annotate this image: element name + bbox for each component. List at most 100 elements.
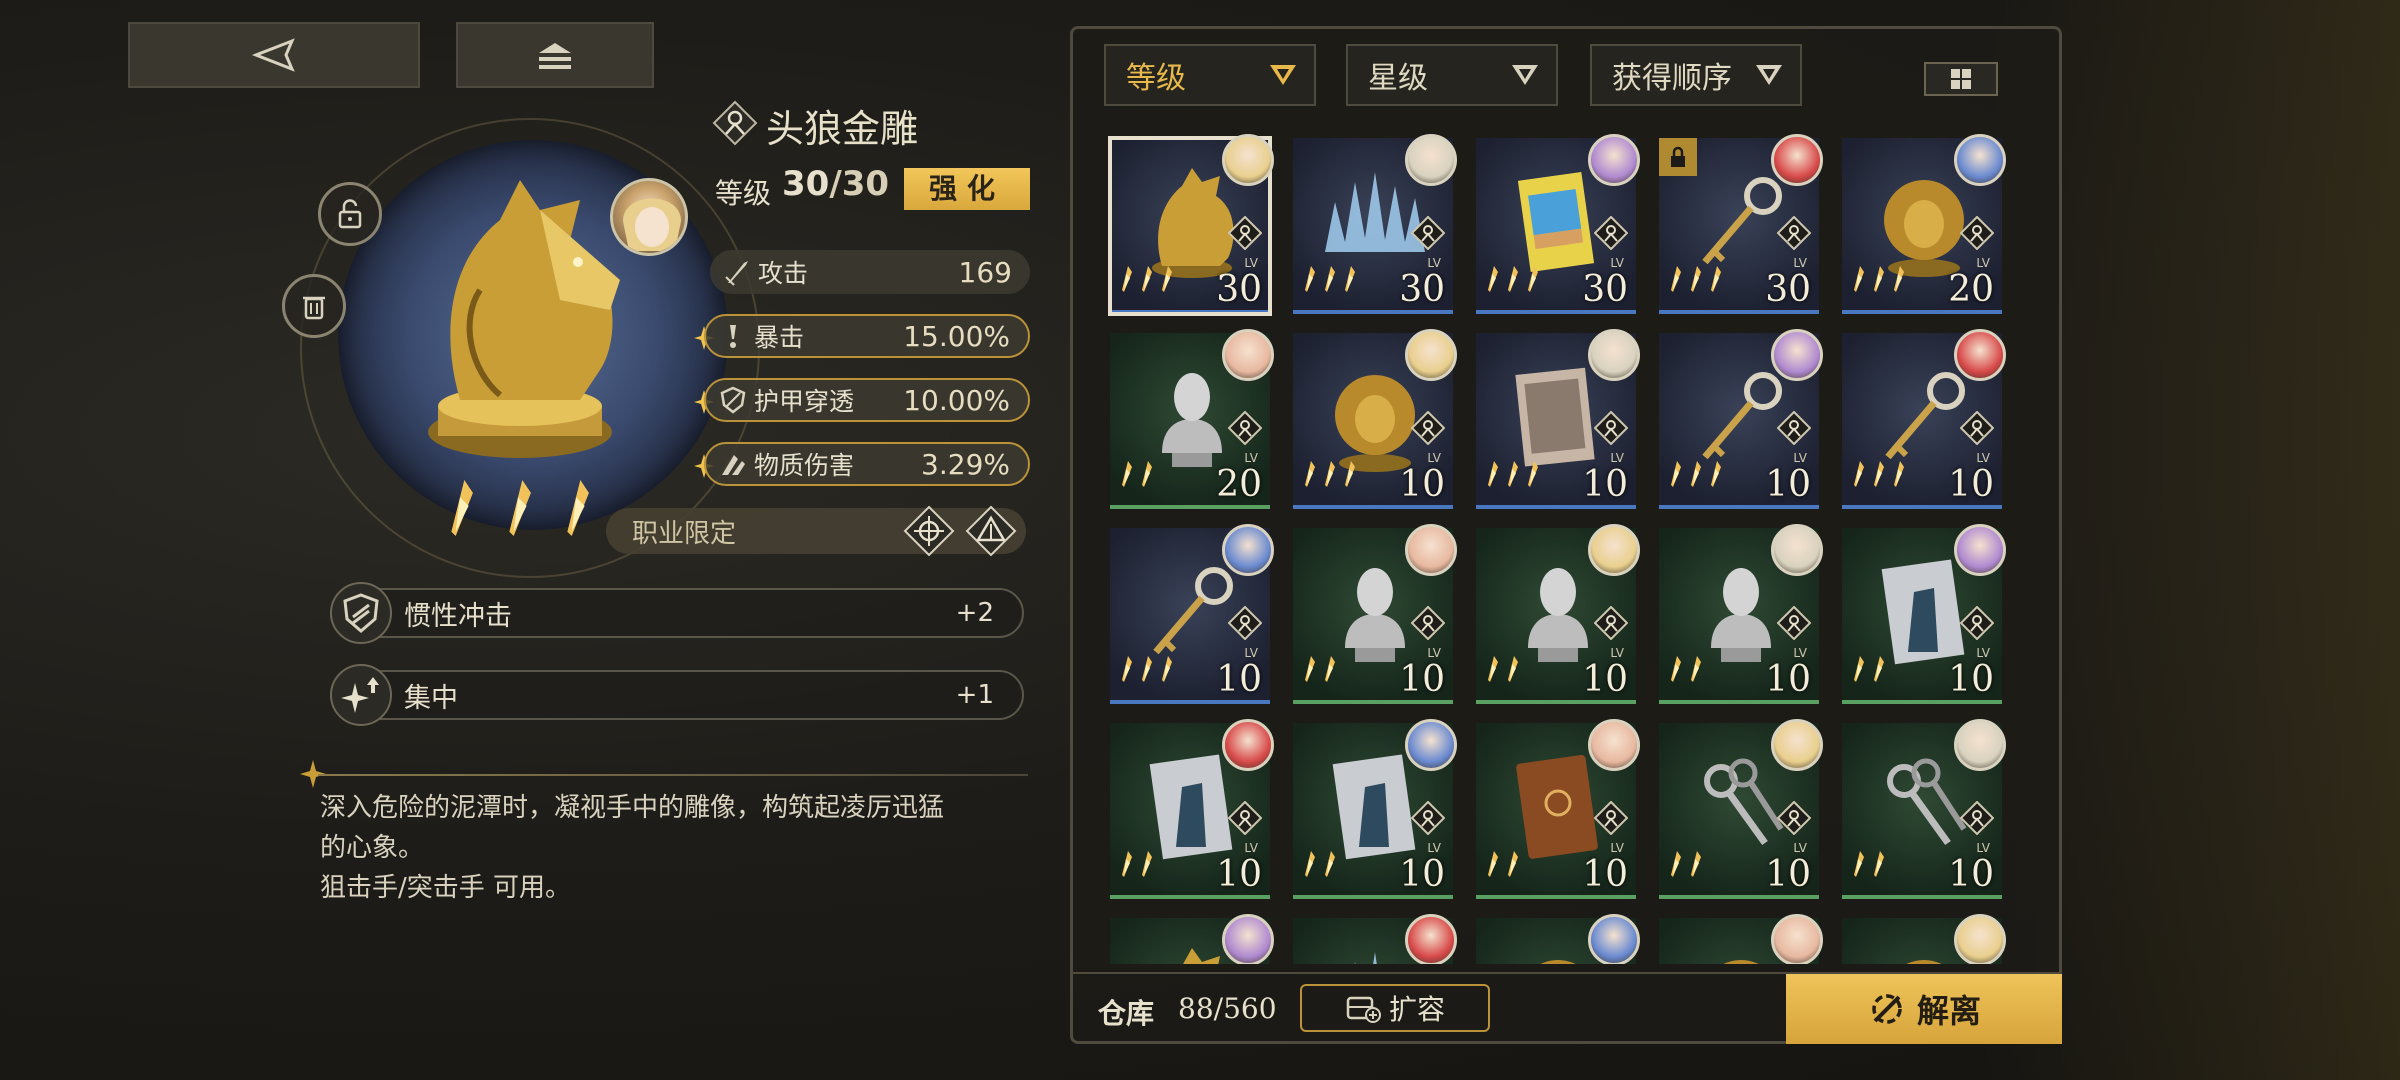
inventory-grid[interactable]: LV 30 LV 30 LV 30 LV 30 LV 20 LV 20 LV 10 LV 10 LV 10 LV 10…: [1104, 134, 2024, 964]
inventory-item[interactable]: [1659, 914, 1823, 964]
inventory-item[interactable]: LV 10: [1293, 329, 1457, 509]
inventory-item[interactable]: [1110, 914, 1274, 964]
trash-button[interactable]: [282, 274, 346, 338]
enhance-button[interactable]: 强化: [904, 168, 1030, 210]
star-icon: [1854, 461, 1864, 487]
class-badge: [1227, 410, 1263, 446]
artifact-description: 深入危险的泥潭时，凝视手中的雕像，构筑起凌厉迅猛 的心象。 狙击手/突击手 可用…: [320, 793, 945, 903]
owner-avatar: [1771, 524, 1823, 576]
inventory-item[interactable]: LV 10: [1476, 719, 1640, 899]
inventory-item[interactable]: LV 10: [1842, 329, 2006, 509]
inventory-item[interactable]: LV 10: [1842, 524, 2006, 704]
owner-avatar: [1588, 914, 1640, 964]
star-icon: [1325, 851, 1335, 877]
class-badge-icon: [1227, 410, 1263, 446]
item-level: 30: [1216, 269, 1262, 310]
owner-avatar: [1405, 134, 1457, 186]
sort-level-dropdown[interactable]: 等级: [1104, 44, 1316, 106]
inventory-item[interactable]: LV 10: [1476, 524, 1640, 704]
chevron-down-icon: [1756, 65, 1782, 85]
star-icon: [1325, 266, 1335, 292]
expand-label: 扩容: [1388, 993, 1445, 1026]
inventory-item[interactable]: [1293, 914, 1457, 964]
job-restriction: 职业限定: [606, 505, 1026, 557]
item-level: 10: [1765, 854, 1811, 895]
lock-toggle-button[interactable]: [318, 182, 382, 246]
inventory-item[interactable]: LV 30: [1659, 134, 1823, 314]
dismantle-icon: [1872, 994, 1902, 1024]
chevron-down-icon: [1270, 65, 1296, 85]
assault-job-icon[interactable]: [964, 504, 1018, 558]
inventory-item[interactable]: LV 30: [1108, 134, 1274, 316]
filter-label: 星级: [1368, 61, 1428, 96]
star-icon: [1142, 461, 1152, 487]
item-stars: [1850, 851, 1886, 877]
star-icon: [1508, 656, 1518, 682]
inventory-item[interactable]: LV 10: [1110, 719, 1274, 899]
lv-tag: LV: [1244, 841, 1258, 855]
owner-avatar: [1954, 914, 2006, 964]
class-badge-icon: [1776, 215, 1812, 251]
class-badge-icon: [1776, 605, 1812, 641]
skill-inertia-impact[interactable]: 惯性冲击 +2: [330, 582, 1024, 644]
stat-label: 物质伤害: [754, 451, 855, 480]
star-icon: [451, 480, 473, 536]
inventory-item[interactable]: LV 10: [1476, 329, 1640, 509]
back-button[interactable]: [128, 22, 420, 88]
skill-focus[interactable]: 集中 +1: [330, 664, 1024, 726]
inventory-item[interactable]: LV 10: [1659, 329, 1823, 509]
class-badge: [1227, 605, 1263, 641]
dismantle-label: 解离: [1916, 992, 1981, 1030]
star-icon: [1345, 266, 1355, 292]
class-badge-icon: [1593, 410, 1629, 446]
skill-icon: [330, 582, 392, 644]
sword-icon: [725, 261, 748, 286]
class-badge-icon: [1593, 605, 1629, 641]
inventory-item[interactable]: LV 10: [1842, 719, 2006, 899]
inventory-item[interactable]: [1476, 914, 1640, 964]
inventory-item[interactable]: LV 10: [1659, 524, 1823, 704]
star-icon: [1874, 461, 1884, 487]
star-icon: [1488, 656, 1498, 682]
dismantle-button[interactable]: 解离: [1786, 974, 2062, 1044]
class-badge: [1776, 410, 1812, 446]
skill-value: +1: [955, 680, 994, 710]
inventory-item[interactable]: LV 20: [1110, 329, 1274, 509]
item-level: 20: [1216, 464, 1262, 505]
lv-tag: LV: [1610, 646, 1624, 660]
home-button[interactable]: [456, 22, 654, 88]
owner-avatar[interactable]: [610, 178, 688, 256]
item-stars: [1118, 266, 1174, 292]
star-icon: [1854, 656, 1864, 682]
inventory-item[interactable]: LV 10: [1659, 719, 1823, 899]
item-stars: [1850, 266, 1906, 292]
level-value: 30/30: [782, 164, 889, 204]
sniper-job-icon[interactable]: [902, 504, 956, 558]
filter-stars-dropdown[interactable]: 星级: [1346, 44, 1558, 106]
chevron-down-icon: [1512, 65, 1538, 85]
class-badge-icon: [1410, 605, 1446, 641]
item-stars: [1301, 851, 1337, 877]
class-badge: [1776, 800, 1812, 836]
grid-view-button[interactable]: [1924, 62, 1998, 96]
item-level: 10: [1948, 854, 1994, 895]
inventory-item[interactable]: LV 20: [1842, 134, 2006, 314]
owner-avatar: [1954, 524, 2006, 576]
expand-button[interactable]: 扩容: [1300, 984, 1490, 1032]
owner-avatar: [1405, 524, 1457, 576]
sort-order-dropdown[interactable]: 获得顺序: [1590, 44, 1802, 106]
inventory-item[interactable]: [1842, 914, 2006, 964]
inventory-item[interactable]: LV 30: [1293, 134, 1457, 314]
lv-tag: LV: [1793, 841, 1807, 855]
owner-avatar: [1771, 914, 1823, 964]
stat-label: 攻击: [758, 259, 809, 288]
owner-avatar: [1771, 329, 1823, 381]
inventory-item[interactable]: LV 10: [1293, 524, 1457, 704]
item-level: 10: [1948, 464, 1994, 505]
inventory-item[interactable]: LV 10: [1110, 524, 1274, 704]
inventory-item[interactable]: LV 10: [1293, 719, 1457, 899]
owner-avatar: [1405, 329, 1457, 381]
level-current: 30: [782, 164, 830, 204]
inventory-item[interactable]: LV 30: [1476, 134, 1640, 314]
lv-tag: LV: [1427, 646, 1441, 660]
